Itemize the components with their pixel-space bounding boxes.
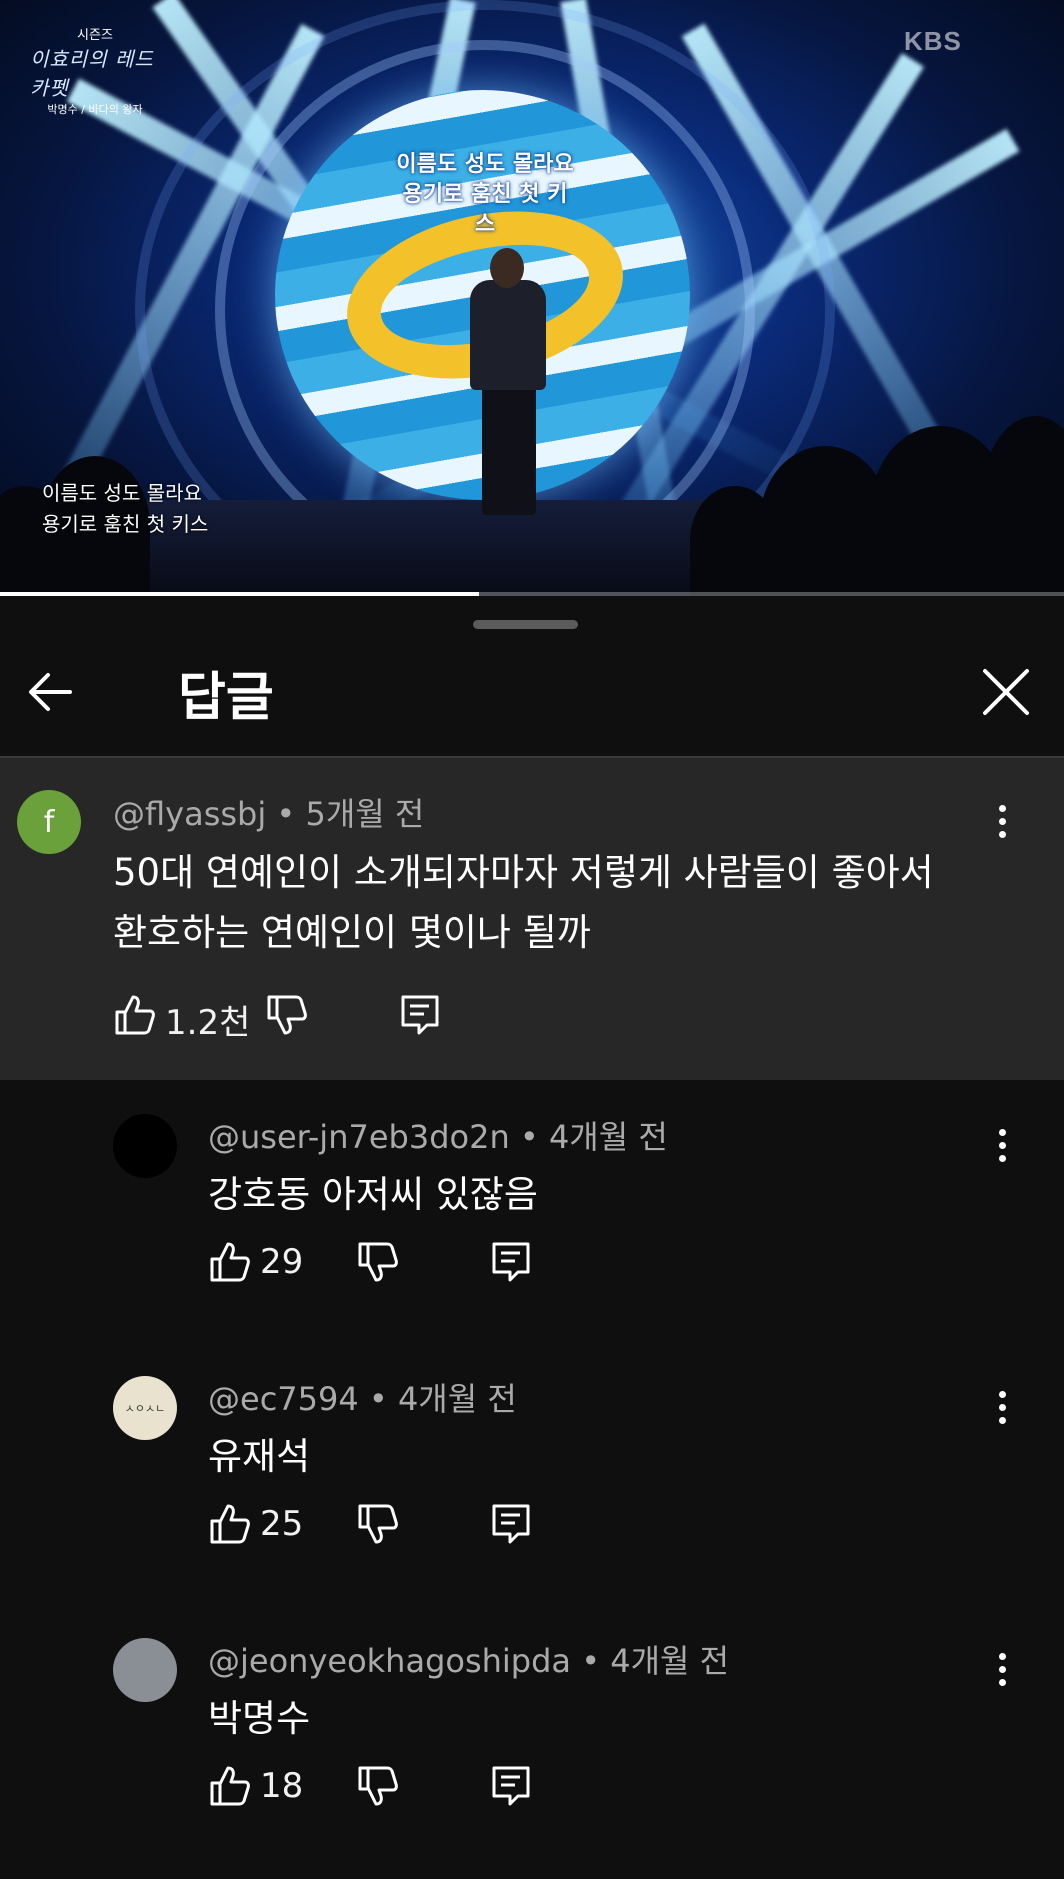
thumb-down-icon[interactable]: [356, 1502, 400, 1546]
video-player[interactable]: 이름도 성도 몰라요 용기로 훔친 첫 키스 시즌즈 이효리의 레드카펫 박명수…: [0, 0, 1064, 596]
thumb-up-icon[interactable]: [113, 993, 157, 1037]
avatar[interactable]: f: [17, 790, 81, 854]
singer: [482, 385, 536, 515]
close-button[interactable]: [975, 661, 1037, 723]
avatar-letter: f: [43, 804, 55, 840]
parent-comment: f @flyassbj • 5개월 전 50대 연예인이 소개되자마자 저렇게 …: [0, 758, 1064, 1080]
comment-meta: @flyassbj • 5개월 전: [113, 789, 424, 835]
comment-actions: 29: [208, 1240, 538, 1290]
comment-time: 4개월 전: [397, 1380, 517, 1418]
comment-text: 50대 연예인이 소개되자마자 저렇게 사람들이 좋아서 환호하는 연예인이 몇…: [113, 851, 934, 954]
replies-panel: 답글 f @flyassbj • 5개월 전 50대 연예인이 소개되자마자 저…: [0, 597, 1064, 1879]
audience: [690, 486, 780, 596]
comment-time: 4개월 전: [548, 1118, 668, 1156]
meta-separator: •: [571, 1642, 611, 1680]
comment-text: 강호동 아저씨 있잖음: [208, 1173, 538, 1216]
comment-author[interactable]: @ec7594: [208, 1380, 359, 1418]
like-count: 25: [260, 1504, 304, 1544]
comment-text: 박명수: [208, 1697, 311, 1740]
comment-meta: @user-jn7eb3do2n • 4개월 전: [208, 1112, 668, 1158]
reply-comment: @user-jn7eb3do2n • 4개월 전 강호동 아저씨 있잖음 29: [0, 1080, 1064, 1342]
reply-icon[interactable]: [490, 1502, 534, 1546]
like-count: 18: [260, 1766, 304, 1806]
comment-actions: 25: [208, 1502, 538, 1552]
comment-text: 유재석: [208, 1435, 311, 1478]
reply-comment: ㅅㅇㅅㄴ @ec7594 • 4개월 전 유재석 25: [0, 1342, 1064, 1604]
avatar[interactable]: [113, 1638, 177, 1702]
more-options-button[interactable]: [982, 791, 1022, 851]
thumb-down-icon[interactable]: [265, 993, 309, 1037]
comment-author[interactable]: @jeonyeokhagoshipda: [208, 1642, 571, 1680]
panel-title: 답글: [178, 668, 274, 728]
reply-comment: @jeonyeokhagoshipda • 4개월 전 박명수 18: [0, 1604, 1064, 1866]
comment-actions: 1.2천: [113, 993, 453, 1043]
meta-separator: •: [266, 795, 306, 833]
video-progress-bar[interactable]: [0, 592, 1064, 596]
comment-author[interactable]: @user-jn7eb3do2n: [208, 1118, 510, 1156]
show-logo: 시즌즈 이효리의 레드카펫 박명수 / 바다의 왕자: [30, 28, 154, 116]
audience: [980, 416, 1064, 596]
panel-header: 답글: [0, 641, 1064, 758]
back-button[interactable]: [20, 661, 82, 723]
reply-icon[interactable]: [490, 1764, 534, 1808]
channel-watermark: KBS: [904, 26, 962, 56]
comment-time: 5개월 전: [305, 795, 425, 833]
comment-time: 4개월 전: [610, 1642, 730, 1680]
arrow-left-icon: [29, 673, 72, 711]
thumb-up-icon[interactable]: [208, 1240, 252, 1284]
close-icon: [983, 669, 1029, 715]
video-progress-fill: [0, 592, 479, 596]
comment-author[interactable]: @flyassbj: [113, 795, 266, 833]
video-subtitle: 이름도 성도 몰라요 용기로 훔친 첫 키스: [42, 481, 209, 536]
meta-separator: •: [358, 1380, 398, 1418]
avatar[interactable]: ㅅㅇㅅㄴ: [113, 1376, 177, 1440]
singer: [490, 248, 524, 288]
more-options-button[interactable]: [982, 1377, 1022, 1437]
reply-icon[interactable]: [399, 993, 443, 1037]
comment-actions: 18: [208, 1764, 538, 1814]
comment-meta: @jeonyeokhagoshipda • 4개월 전: [208, 1636, 729, 1682]
stage-lyrics-text: 이름도 성도 몰라요 용기로 훔친 첫 키스: [396, 152, 574, 237]
avatar[interactable]: [113, 1114, 177, 1178]
thumb-up-icon[interactable]: [208, 1502, 252, 1546]
singer: [470, 280, 546, 390]
more-options-button[interactable]: [982, 1639, 1022, 1699]
thumb-down-icon[interactable]: [356, 1240, 400, 1284]
like-count: 1.2천: [165, 1003, 251, 1043]
reply-icon[interactable]: [490, 1240, 534, 1284]
more-options-button[interactable]: [982, 1115, 1022, 1175]
like-count: 29: [260, 1242, 304, 1282]
avatar-label: ㅅㅇㅅㄴ: [124, 1402, 166, 1415]
drag-handle[interactable]: [473, 620, 578, 629]
thumb-down-icon[interactable]: [356, 1764, 400, 1808]
comment-meta: @ec7594 • 4개월 전: [208, 1374, 517, 1420]
thumb-up-icon[interactable]: [208, 1764, 252, 1808]
meta-separator: •: [509, 1118, 549, 1156]
